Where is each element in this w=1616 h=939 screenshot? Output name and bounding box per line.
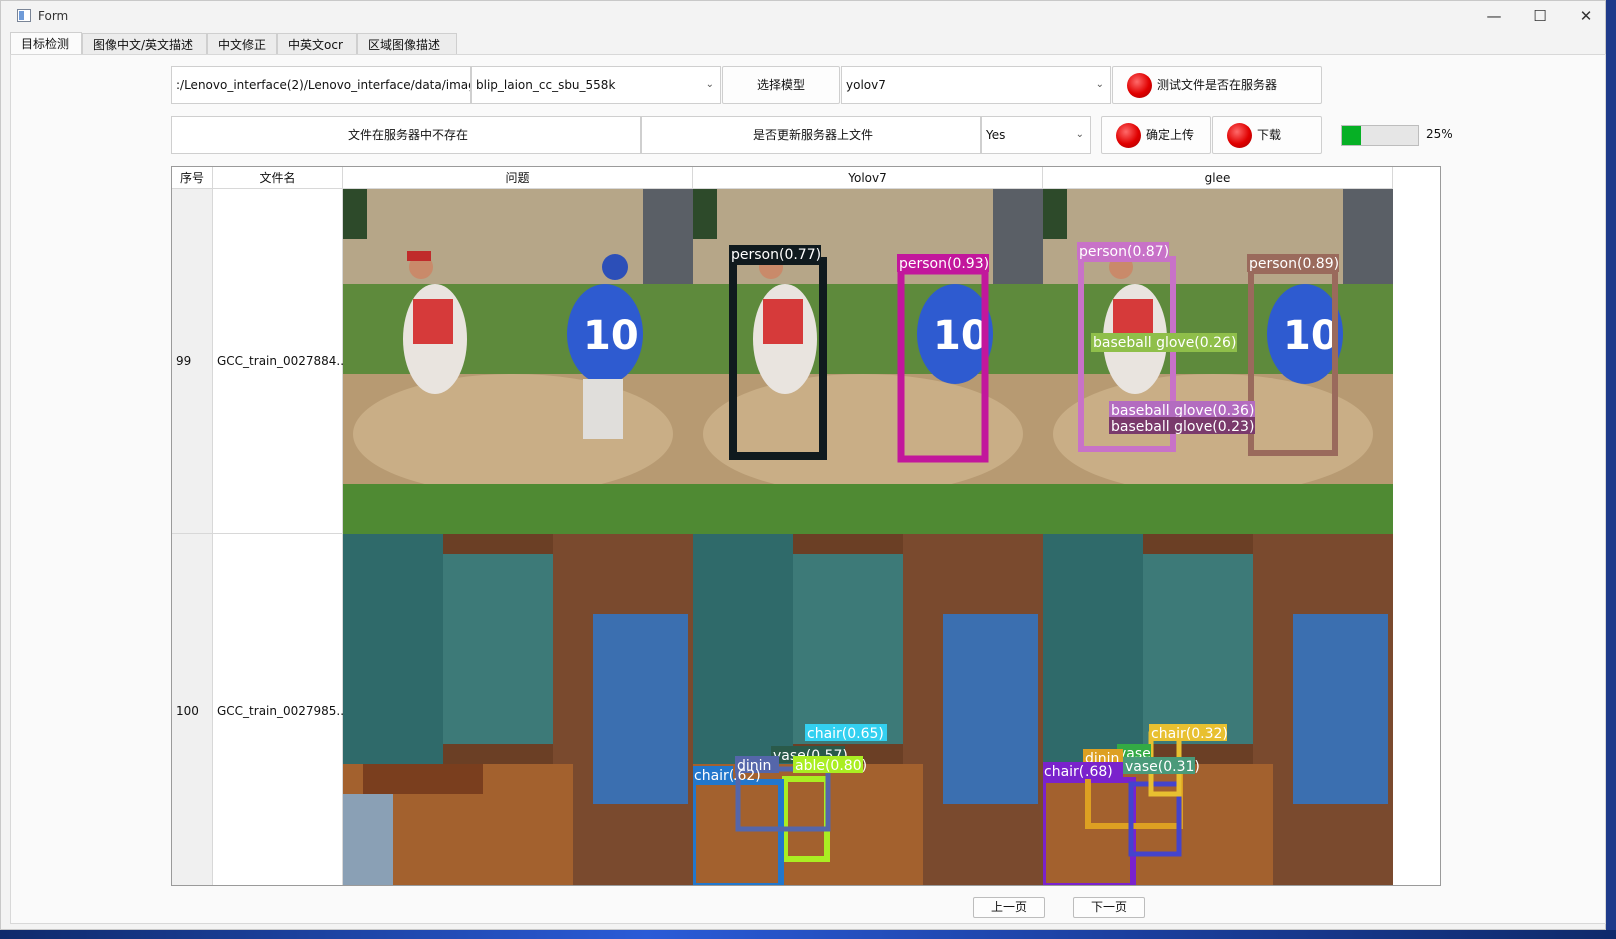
- close-icon: ✕: [1579, 7, 1593, 25]
- detection-label: .62): [733, 768, 761, 784]
- download-label: 下载: [1257, 128, 1282, 142]
- caption-model-select[interactable]: blip_laion_cc_sbu_558k ⌄: [471, 66, 721, 104]
- update-question-field: 是否更新服务器上文件: [641, 116, 981, 154]
- row-index: 100: [176, 704, 199, 718]
- chevron-down-icon: ⌄: [1075, 129, 1084, 140]
- header-filename: 文件名: [213, 167, 343, 189]
- detection-label: chair(: [694, 768, 734, 784]
- test-server-label: 测试文件是否在服务器: [1157, 78, 1278, 92]
- test-server-button[interactable]: 测试文件是否在服务器: [1112, 66, 1322, 104]
- results-table: 序号 文件名 问题 Yolov7 glee 99 GCC_train_00278…: [171, 166, 1441, 886]
- header-question: 问题: [343, 167, 693, 189]
- header-glee: glee: [1043, 167, 1393, 189]
- select-model-button[interactable]: 选择模型: [722, 66, 840, 104]
- download-button[interactable]: 下载: [1212, 116, 1322, 154]
- update-choice-select[interactable]: Yes ⌄: [981, 116, 1091, 154]
- detection-label: vase(0.31): [1125, 759, 1200, 775]
- progress-percent-text: 25%: [1426, 127, 1453, 141]
- detection-label: baseball glove(0.26): [1093, 335, 1236, 351]
- row-header: 99: [172, 189, 213, 534]
- detection-label: baseball glove(0.36): [1111, 403, 1254, 419]
- interior-scene: chair(0.32) vase vase(0.31) dinin chair(…: [1043, 534, 1393, 885]
- maximize-icon: ☐: [1533, 7, 1547, 25]
- original-image-baseball: 10: [343, 189, 693, 534]
- filename-cell: GCC_train_0027884...: [213, 189, 348, 534]
- chevron-down-icon: ⌄: [1095, 79, 1104, 90]
- title-bar: Form — ☐ ✕: [1, 1, 1605, 32]
- red-status-icon: [1127, 73, 1152, 98]
- update-choice-value: Yes: [986, 128, 1006, 142]
- minimize-icon: —: [1486, 7, 1502, 25]
- detection-label: chair(: [1044, 764, 1084, 780]
- svg-text:10: 10: [1283, 313, 1339, 359]
- previous-page-button[interactable]: 上一页: [973, 897, 1045, 918]
- detection-label: able(0.80): [795, 758, 867, 774]
- tab-image-caption[interactable]: 图像中文/英文描述: [82, 33, 207, 55]
- close-button[interactable]: ✕: [1563, 1, 1609, 32]
- interior-scene: [343, 534, 693, 885]
- window-title: Form: [38, 9, 69, 23]
- original-image-interior: [343, 534, 693, 885]
- baseball-scene: 10: [343, 189, 693, 534]
- upload-progress-bar: [1341, 125, 1419, 146]
- maximize-button[interactable]: ☐: [1517, 1, 1563, 32]
- row-index: 99: [176, 354, 192, 368]
- row-header: 100: [172, 534, 213, 885]
- caption-model-value: blip_laion_cc_sbu_558k: [476, 78, 616, 92]
- svg-text:10: 10: [583, 313, 639, 359]
- yolov7-image-baseball: 10 person(0.77) person(0.93): [693, 189, 1043, 534]
- detection-label: baseball glove(0.23): [1111, 419, 1254, 435]
- header-yolov7: Yolov7: [693, 167, 1043, 189]
- app-window-icon: [17, 9, 31, 22]
- red-status-icon: [1116, 123, 1141, 148]
- chevron-down-icon: ⌄: [705, 79, 714, 90]
- progress-fill: [1342, 126, 1361, 145]
- detection-label: person(0.87): [1079, 244, 1169, 260]
- server-status-field: 文件在服务器中不存在: [171, 116, 641, 154]
- detection-label: chair(0.65): [807, 726, 884, 742]
- minimize-button[interactable]: —: [1471, 1, 1517, 32]
- filename-text: GCC_train_0027884...: [217, 354, 348, 368]
- detection-label: person(0.89): [1249, 256, 1339, 272]
- svg-text:10: 10: [933, 313, 989, 359]
- glee-image-baseball: 10 person(0.87) person(0.89) baseball gl…: [1043, 189, 1393, 534]
- tab-region-caption[interactable]: 区域图像描述: [357, 33, 457, 55]
- detector-model-select[interactable]: yolov7 ⌄: [841, 66, 1111, 104]
- confirm-upload-button[interactable]: 确定上传: [1101, 116, 1211, 154]
- next-page-button[interactable]: 下一页: [1073, 897, 1145, 918]
- filename-text: GCC_train_0027985...: [217, 704, 348, 718]
- desktop-background: [0, 930, 1616, 939]
- baseball-scene: 10 person(0.77) person(0.93): [693, 189, 1043, 534]
- baseball-scene: 10 person(0.87) person(0.89) baseball gl…: [1043, 189, 1393, 534]
- detection-label: person(0.93): [899, 256, 989, 272]
- tab-chinese-correction[interactable]: 中文修正: [207, 33, 277, 55]
- tab-ocr[interactable]: 中英文ocr: [277, 33, 357, 55]
- app-window: Form — ☐ ✕ 目标检测 图像中文/英文描述 中文修正 中英文ocr 区域…: [0, 0, 1606, 930]
- red-status-icon: [1227, 123, 1252, 148]
- confirm-upload-label: 确定上传: [1146, 128, 1195, 142]
- detection-label: chair(0.32): [1151, 726, 1228, 742]
- tab-object-detection[interactable]: 目标检测: [10, 32, 82, 55]
- detector-model-value: yolov7: [846, 78, 886, 92]
- interior-scene: chair(0.65) vase(0.57) dinin able(0.80) …: [693, 534, 1043, 885]
- detection-label: .68): [1085, 764, 1113, 780]
- header-index: 序号: [172, 167, 213, 189]
- filename-cell: GCC_train_0027985...: [213, 534, 348, 885]
- image-path-input[interactable]: :/Lenovo_interface(2)/Lenovo_interface/d…: [171, 66, 471, 104]
- glee-image-interior: chair(0.32) vase vase(0.31) dinin chair(…: [1043, 534, 1393, 885]
- detection-label: person(0.77): [731, 247, 821, 263]
- yolov7-image-interior: chair(0.65) vase(0.57) dinin able(0.80) …: [693, 534, 1043, 885]
